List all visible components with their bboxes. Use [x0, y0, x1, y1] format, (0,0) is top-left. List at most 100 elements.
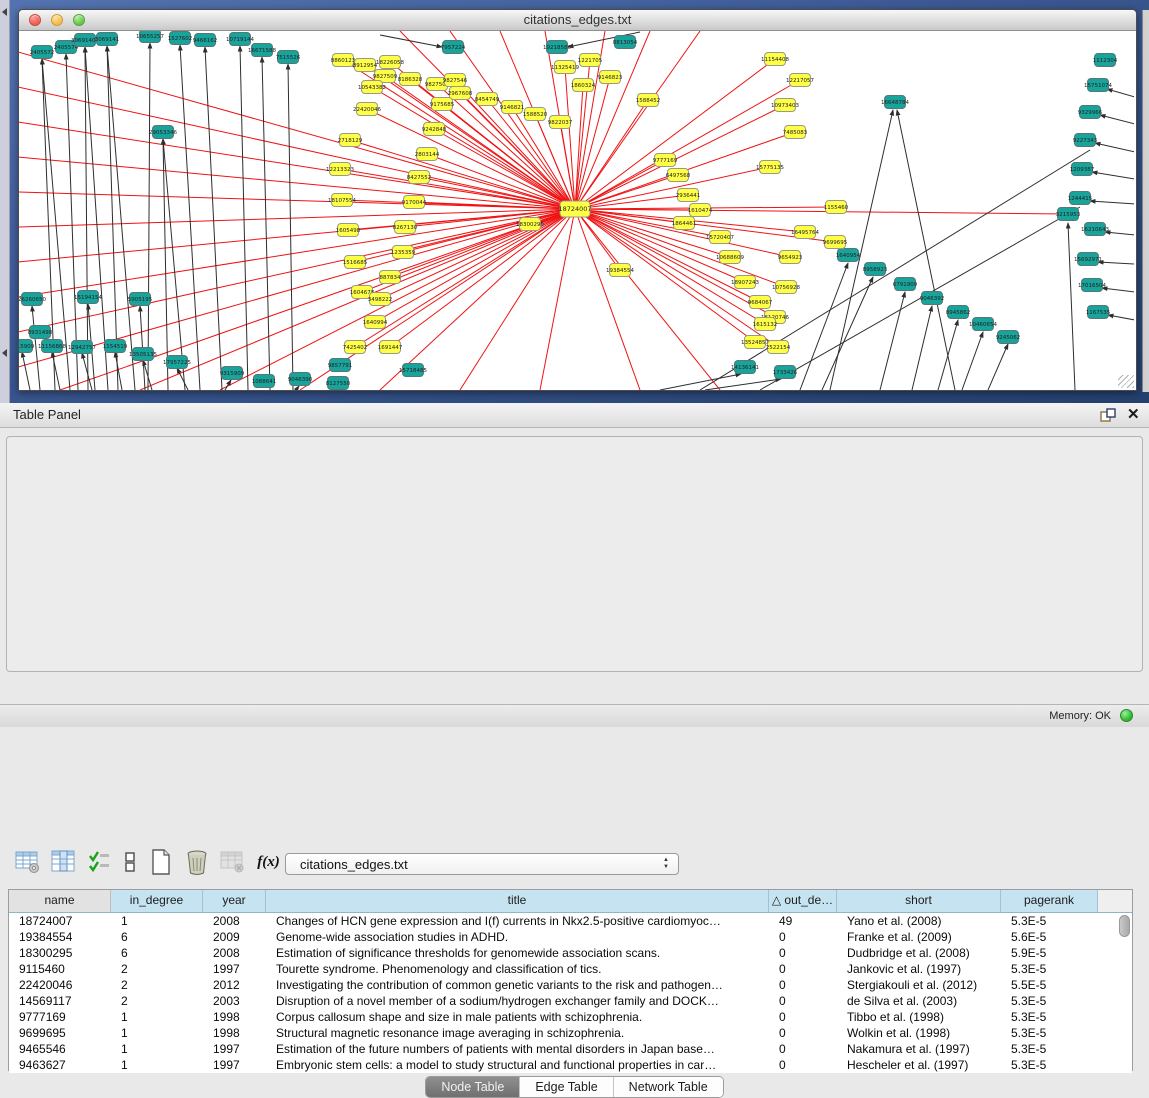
column-header-title[interactable]: title	[266, 890, 769, 912]
selected-node[interactable]: 2522154	[766, 341, 791, 354]
node[interactable]: 15751074	[1084, 79, 1112, 92]
node[interactable]: 9857791	[328, 359, 353, 372]
node[interactable]: 3215953	[1056, 208, 1081, 221]
selected-node[interactable]: 2936441	[676, 189, 701, 202]
node[interactable]: 8945862	[946, 306, 971, 319]
selected-node[interactable]: 18907243	[731, 276, 759, 289]
cell-year[interactable]: 2008	[203, 913, 266, 929]
table-row[interactable]: 911546021997Tourette syndrome. Phenomeno…	[9, 961, 1132, 977]
selected-node[interactable]: 1588452	[636, 94, 661, 107]
node[interactable]: 16210643	[1081, 223, 1109, 236]
selected-node[interactable]: 9699695	[823, 236, 848, 249]
citation-network-graph[interactable]: 2405572240557430691406306914110655257152…	[19, 31, 1134, 390]
node[interactable]: 15194154	[74, 291, 102, 304]
node[interactable]: 15718485	[399, 364, 427, 377]
node[interactable]: 9046390	[288, 373, 313, 386]
node[interactable]: 8958923	[863, 263, 888, 276]
cell-name[interactable]: 22420046	[9, 977, 111, 993]
edge[interactable]	[180, 45, 200, 390]
table-selector-dropdown[interactable]: citations_edges.txt ▲▼	[285, 853, 679, 875]
edge[interactable]	[800, 263, 848, 390]
cell-short[interactable]: de Silva et al. (2003)	[837, 993, 1001, 1009]
node[interactable]: 9466162	[193, 34, 218, 47]
cell-year[interactable]: 1998	[203, 1009, 266, 1025]
edge[interactable]	[575, 85, 583, 209]
node[interactable]: 7957224	[441, 41, 466, 54]
edge[interactable]	[163, 139, 168, 390]
node[interactable]: 2405572	[30, 46, 55, 59]
table-row[interactable]: 977716911998Corpus callosum shape and si…	[9, 1009, 1132, 1025]
cell-out_de[interactable]: 49	[769, 913, 837, 929]
new-table-icon[interactable]	[147, 849, 174, 876]
edge[interactable]	[912, 306, 932, 390]
selected-node[interactable]: 18107554	[328, 194, 356, 207]
edge[interactable]	[1090, 201, 1134, 204]
selected-node[interactable]: 10973403	[771, 99, 799, 112]
cell-short[interactable]: Franke et al. (2009)	[837, 929, 1001, 945]
node[interactable]: 1167535	[1086, 306, 1111, 319]
selected-node[interactable]: 1860324	[571, 79, 596, 92]
edge[interactable]	[1095, 143, 1134, 152]
node[interactable]: 11156868	[38, 340, 66, 353]
edge[interactable]	[19, 209, 575, 297]
selected-node[interactable]: 1588520	[523, 108, 548, 121]
selected-node[interactable]: 10543382	[358, 81, 386, 94]
edge[interactable]	[897, 110, 955, 390]
edge[interactable]	[177, 368, 188, 390]
cell-pagerank[interactable]: 5.3E-5	[1001, 1025, 1098, 1041]
node[interactable]: 16671588	[248, 44, 276, 57]
cell-year[interactable]: 2012	[203, 977, 266, 993]
node[interactable]: 1088641	[252, 375, 277, 388]
cell-pagerank[interactable]: 5.6E-5	[1001, 929, 1098, 945]
cell-pagerank[interactable]: 5.9E-5	[1001, 945, 1098, 961]
column-header-year[interactable]: year	[203, 890, 266, 912]
node[interactable]: 17957225	[163, 356, 191, 369]
column-header-name[interactable]: name	[9, 890, 111, 912]
selected-node[interactable]: 15775135	[756, 161, 784, 174]
table-row[interactable]: 2242004622012Investigating the contribut…	[9, 977, 1132, 993]
selected-node[interactable]: 9175685	[430, 98, 455, 111]
node[interactable]: 9245062	[996, 331, 1021, 344]
selected-node[interactable]: 7485083	[783, 126, 808, 139]
selected-node[interactable]: 8186328	[398, 73, 423, 86]
cell-in_degree[interactable]: 1	[111, 1025, 203, 1041]
cell-year[interactable]: 1997	[203, 1057, 266, 1073]
cell-in_degree[interactable]: 1	[111, 1041, 203, 1057]
edge[interactable]	[1092, 172, 1134, 179]
cell-name[interactable]: 18300295	[9, 945, 111, 961]
table-settings-icon[interactable]	[14, 849, 41, 876]
selected-node[interactable]: 1605498	[336, 224, 361, 237]
edge[interactable]	[22, 352, 30, 390]
cell-short[interactable]: Nakamura et al. (1997)	[837, 1041, 1001, 1057]
selected-node[interactable]: 12217057	[786, 74, 814, 87]
cell-out_de[interactable]: 0	[769, 977, 837, 993]
close-panel-icon[interactable]: ✕	[1127, 405, 1140, 423]
selected-node[interactable]: 11325419	[551, 61, 579, 74]
cell-year[interactable]: 1997	[203, 1041, 266, 1057]
cell-pagerank[interactable]: 5.5E-5	[1001, 977, 1098, 993]
node[interactable]: 7515526	[276, 51, 301, 64]
selected-node[interactable]: 9822037	[548, 116, 573, 129]
edge[interactable]	[380, 35, 442, 47]
minimize-window-button[interactable]	[51, 14, 63, 26]
cell-out_de[interactable]: 0	[769, 945, 837, 961]
edge[interactable]	[1100, 115, 1134, 124]
selected-node[interactable]: 2803144	[415, 148, 440, 161]
window-titlebar[interactable]: citations_edges.txt	[19, 10, 1136, 31]
cell-in_degree[interactable]: 1	[111, 1009, 203, 1025]
cell-year[interactable]: 2003	[203, 993, 266, 1009]
selected-node[interactable]: 10688609	[716, 251, 744, 264]
edge[interactable]	[52, 352, 60, 390]
cell-in_degree[interactable]: 6	[111, 929, 203, 945]
selected-node[interactable]: 1615132	[753, 318, 778, 331]
cell-short[interactable]: Yano et al. (2008)	[837, 913, 1001, 929]
cell-year[interactable]: 1997	[203, 961, 266, 977]
left-panel-divider[interactable]	[0, 0, 10, 403]
selected-node[interactable]: 9242848	[422, 123, 447, 136]
edge[interactable]	[82, 353, 92, 390]
edge[interactable]	[700, 150, 1090, 390]
cell-title[interactable]: Estimation of significance thresholds fo…	[266, 945, 769, 961]
edge[interactable]	[1098, 262, 1134, 264]
edge[interactable]	[148, 43, 150, 390]
edge[interactable]	[262, 57, 270, 390]
